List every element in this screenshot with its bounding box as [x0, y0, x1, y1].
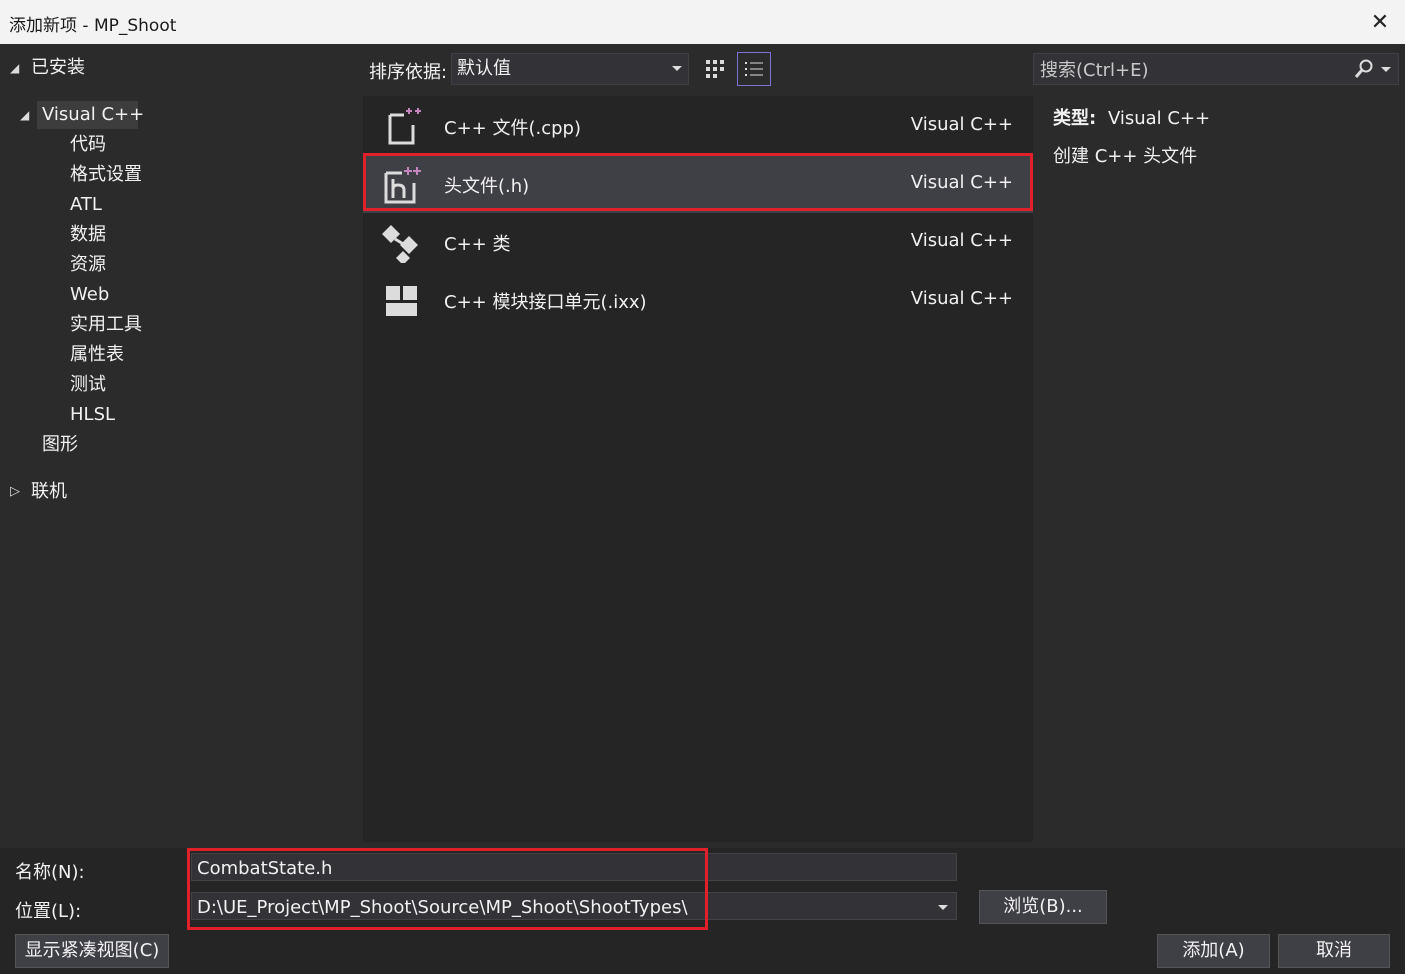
- browse-button[interactable]: 浏览(B)...: [979, 890, 1107, 924]
- template-language: Visual C++: [910, 288, 1013, 309]
- search-box[interactable]: [1033, 53, 1399, 86]
- name-field[interactable]: [191, 853, 957, 882]
- search-icon[interactable]: [1354, 59, 1374, 79]
- class-icon: [382, 225, 418, 263]
- window-title: 添加新项 - MP_Shoot: [9, 16, 177, 36]
- chevron-down-icon[interactable]: [938, 905, 948, 910]
- template-language: Visual C++: [910, 114, 1013, 135]
- template-name: 头文件(.h): [444, 176, 530, 197]
- template-name: C++ 类: [444, 234, 511, 255]
- collapse-arrow-icon[interactable]: ◢: [10, 54, 19, 82]
- tree-item-utility[interactable]: 实用工具: [70, 311, 142, 339]
- template-item-cpp-file[interactable]: C++ 文件(.cpp) Visual C++: [363, 97, 1033, 155]
- tree-item-data[interactable]: 数据: [70, 221, 106, 249]
- list-view-button[interactable]: [737, 52, 771, 86]
- category-tree: ◢ 已安装 ◢ Visual C++ 代码 格式设置 ATL 数据 资源 Web…: [0, 44, 362, 848]
- tree-item-hlsl[interactable]: HLSL: [70, 401, 115, 429]
- tree-item-resource[interactable]: 资源: [70, 251, 106, 279]
- tree-item-label: Visual C++: [42, 104, 145, 125]
- chevron-down-icon: [672, 66, 682, 71]
- template-info: 类型: Visual C++ 创建 C++ 头文件: [1053, 104, 1210, 168]
- header-file-icon: [384, 165, 421, 204]
- template-description: 创建 C++ 头文件: [1053, 146, 1198, 167]
- tree-item-label: 联机: [31, 481, 67, 502]
- add-button[interactable]: 添加(A): [1157, 934, 1270, 968]
- template-language: Visual C++: [910, 172, 1013, 193]
- sort-label: 排序依据:: [369, 62, 448, 83]
- grid-view-button[interactable]: [698, 52, 732, 86]
- chevron-down-icon[interactable]: [1381, 67, 1391, 72]
- tree-item-code[interactable]: 代码: [70, 131, 106, 159]
- collapse-arrow-icon[interactable]: ◢: [20, 101, 29, 129]
- name-input[interactable]: [192, 854, 929, 882]
- template-item-cpp-class[interactable]: C++ 类 Visual C++: [363, 213, 1033, 271]
- grid-view-icon: [706, 60, 724, 78]
- tree-item-graphics[interactable]: 图形: [42, 431, 78, 459]
- template-list: C++ 文件(.cpp) Visual C++ 头文件(.h) Visual C…: [363, 96, 1033, 842]
- type-value: Visual C++: [1107, 108, 1211, 129]
- tree-item-web[interactable]: Web: [70, 281, 109, 309]
- location-field[interactable]: [191, 892, 957, 921]
- tree-item-property-sheet[interactable]: 属性表: [70, 341, 124, 369]
- close-icon[interactable]: ✕: [1365, 7, 1395, 37]
- bottom-form: 名称(N): 位置(L): 浏览(B)... 显示紧凑视图(C) 添加(A) 取…: [0, 848, 1405, 974]
- name-label: 名称(N):: [15, 862, 85, 883]
- sort-value: 默认值: [457, 58, 511, 79]
- cancel-button[interactable]: 取消: [1278, 934, 1390, 968]
- template-name: C++ 模块接口单元(.ixx): [444, 292, 647, 313]
- template-language: Visual C++: [910, 230, 1013, 251]
- location-label: 位置(L):: [15, 901, 82, 922]
- tree-item-test[interactable]: 测试: [70, 371, 106, 399]
- template-item-module-interface[interactable]: C++ 模块接口单元(.ixx) Visual C++: [363, 271, 1033, 329]
- title-bar: 添加新项 - MP_Shoot ✕: [0, 0, 1405, 44]
- template-name: C++ 文件(.cpp): [444, 118, 581, 139]
- cpp-file-icon: [388, 108, 421, 145]
- search-input[interactable]: [1034, 54, 1352, 86]
- expand-arrow-icon[interactable]: ▷: [10, 478, 20, 506]
- module-icon: [386, 286, 417, 316]
- tree-item-formatting[interactable]: 格式设置: [70, 161, 142, 189]
- location-input[interactable]: [192, 893, 929, 921]
- tree-item-atl[interactable]: ATL: [70, 191, 102, 219]
- tree-item-label: 已安装: [31, 57, 85, 78]
- compact-view-button[interactable]: 显示紧凑视图(C): [15, 934, 169, 968]
- type-label: 类型:: [1053, 108, 1097, 129]
- template-item-header-file[interactable]: 头文件(.h) Visual C++: [363, 155, 1033, 213]
- sort-dropdown[interactable]: 默认值: [451, 53, 689, 85]
- list-view-icon: [745, 62, 763, 76]
